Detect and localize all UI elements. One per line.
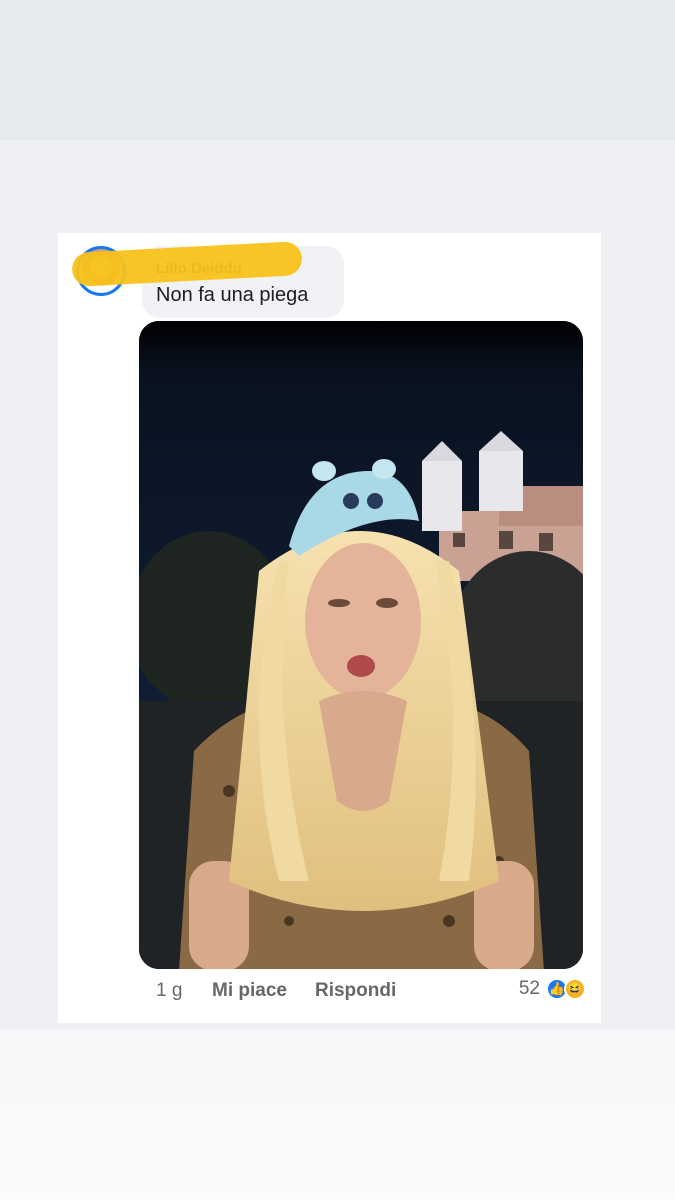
reaction-count: 52 bbox=[518, 978, 540, 999]
comment-actions: 1 g Mi piace Rispondi 52 👍 😆 bbox=[156, 978, 586, 1004]
haha-icon: 😆 bbox=[564, 978, 586, 1000]
comment-card: Lillo Deiddu Non fa una piega bbox=[58, 233, 601, 1023]
comment-time[interactable]: 1 g bbox=[156, 980, 212, 1002]
comment-text: Non fa una piega bbox=[156, 284, 309, 306]
photo-illustration bbox=[139, 321, 583, 969]
comment-image[interactable] bbox=[139, 321, 583, 969]
background-top bbox=[0, 0, 675, 140]
reply-button[interactable]: Rispondi bbox=[315, 980, 396, 1002]
background-bottom bbox=[0, 1030, 675, 1200]
reaction-summary[interactable]: 52 👍 😆 bbox=[519, 978, 586, 1000]
like-button[interactable]: Mi piace bbox=[212, 980, 287, 1002]
